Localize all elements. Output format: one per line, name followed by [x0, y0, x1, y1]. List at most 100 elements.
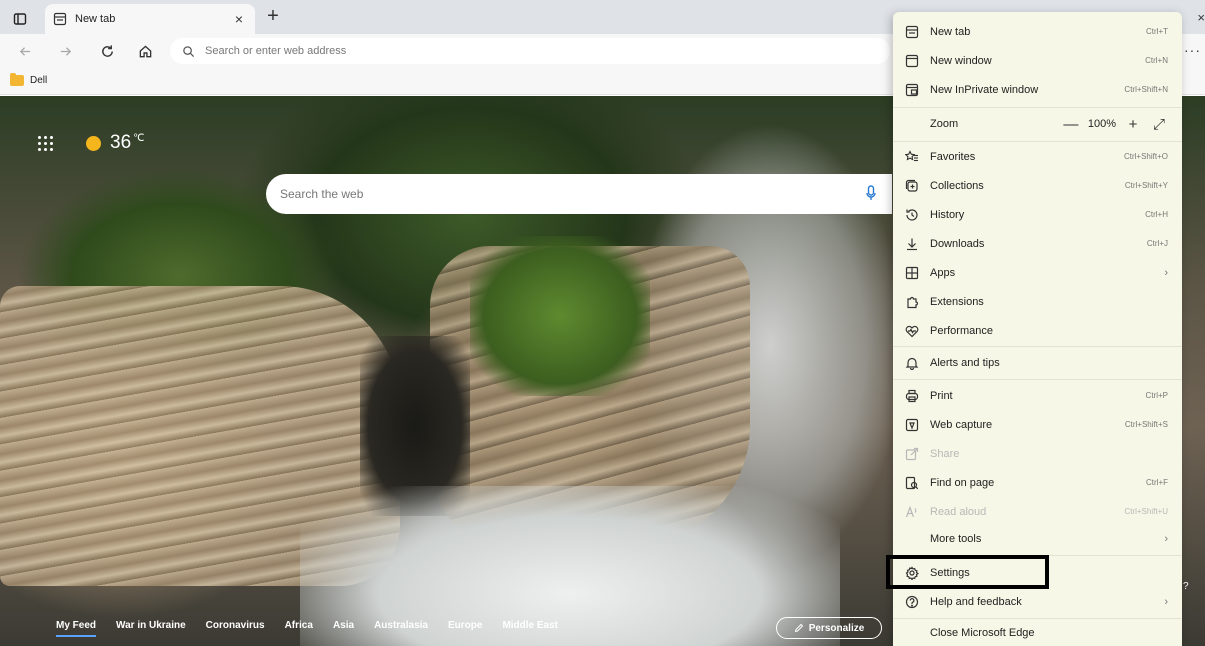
zoom-controls: — 100% + ⤢	[1062, 116, 1168, 133]
menu-item-help-and-feedback[interactable]: Help and feedback ›	[893, 587, 1182, 616]
find-icon	[905, 476, 919, 490]
tab-close-button[interactable]: ×	[231, 11, 247, 27]
feed-tab-europe[interactable]: Europe	[448, 620, 482, 631]
chevron-right-icon: ›	[1164, 266, 1168, 279]
menu-item-read-aloud: Read aloud Ctrl+Shift+U	[893, 497, 1182, 526]
app-launcher-icon[interactable]	[38, 136, 54, 152]
partial-feedback-text: ?	[1183, 581, 1189, 592]
zoom-out-button[interactable]: —	[1062, 116, 1080, 133]
new-window-icon	[905, 54, 919, 68]
forward-button[interactable]	[54, 40, 76, 62]
menu-item-performance[interactable]: Performance	[893, 316, 1182, 345]
menu-item-shortcut: Ctrl+Shift+N	[1124, 85, 1168, 94]
menu-item-label: Performance	[930, 324, 993, 337]
collections-icon	[905, 179, 919, 193]
settings-highlight-box	[886, 555, 1049, 589]
favorites-icon	[905, 149, 919, 164]
folder-icon	[10, 73, 24, 86]
feed-tab-asia[interactable]: Asia	[333, 620, 354, 631]
address-bar[interactable]: Search or enter web address	[170, 38, 890, 64]
feed-tab-middle-east[interactable]: Middle East	[502, 620, 558, 631]
menu-item-downloads[interactable]: Downloads Ctrl+J	[893, 229, 1182, 258]
feed-tab-coronavirus[interactable]: Coronavirus	[206, 620, 265, 631]
weather-widget[interactable]: 36 ℃	[86, 132, 144, 154]
menu-item-close-microsoft-edge[interactable]: Close Microsoft Edge	[893, 618, 1182, 646]
pencil-icon	[794, 623, 803, 633]
menu-item-label: Share	[930, 447, 960, 460]
menu-item-label: Close Microsoft Edge	[930, 626, 1035, 639]
web-search-box[interactable]: Search the web	[266, 174, 892, 214]
menu-item-apps[interactable]: Apps ›	[893, 258, 1182, 287]
zoom-in-button[interactable]: +	[1124, 116, 1142, 133]
menu-item-shortcut: Ctrl+H	[1145, 210, 1168, 219]
menu-item-print[interactable]: Print Ctrl+P	[893, 381, 1182, 410]
apps-icon	[905, 266, 919, 280]
menu-item-history[interactable]: History Ctrl+H	[893, 200, 1182, 229]
menu-item-collections[interactable]: Collections Ctrl+Shift+Y	[893, 171, 1182, 200]
refresh-button[interactable]	[96, 40, 118, 62]
menu-item-shortcut: Ctrl+T	[1146, 27, 1168, 36]
tab-new-tab[interactable]: New tab ×	[45, 4, 255, 34]
settings-and-more-menu: New tab Ctrl+T New window Ctrl+N New InP…	[893, 12, 1182, 646]
menu-item-shortcut: Ctrl+Shift+U	[1124, 507, 1168, 516]
menu-item-share: Share	[893, 439, 1182, 468]
menu-item-favorites[interactable]: Favorites Ctrl+Shift+O	[893, 142, 1182, 171]
temperature-unit: ℃	[133, 132, 145, 144]
menu-item-zoom: Zoom — 100% + ⤢	[893, 109, 1182, 139]
favorite-folder-dell[interactable]: Dell	[10, 73, 47, 86]
inprivate-icon	[905, 83, 919, 97]
feed-tab-africa[interactable]: Africa	[285, 620, 313, 631]
address-placeholder: Search or enter web address	[205, 45, 347, 57]
alerts-icon	[905, 356, 919, 370]
menu-item-find-on-page[interactable]: Find on page Ctrl+F	[893, 468, 1182, 497]
menu-item-label: Web capture	[930, 418, 993, 431]
web-search-placeholder: Search the web	[280, 187, 364, 201]
menu-item-label: Print	[930, 389, 953, 402]
tab-actions-icon[interactable]	[10, 10, 30, 28]
menu-item-new-window[interactable]: New window Ctrl+N	[893, 46, 1182, 75]
chevron-right-icon: ›	[1164, 595, 1168, 608]
menu-item-label: New InPrivate window	[930, 83, 1039, 96]
back-button[interactable]	[14, 40, 36, 62]
menu-item-web-capture[interactable]: Web capture Ctrl+Shift+S	[893, 410, 1182, 439]
menu-item-label: Alerts and tips	[930, 356, 1000, 369]
menu-item-new-tab[interactable]: New tab Ctrl+T	[893, 17, 1182, 46]
feed-tab-war-in-ukraine[interactable]: War in Ukraine	[116, 620, 186, 631]
menu-item-label: Zoom	[930, 118, 959, 130]
menu-item-extensions[interactable]: Extensions	[893, 287, 1182, 316]
new-tab-icon	[905, 25, 919, 39]
help-icon	[905, 595, 919, 609]
menu-item-shortcut: Ctrl+Shift+S	[1124, 420, 1168, 429]
menu-item-label: More tools	[930, 532, 982, 545]
print-icon	[905, 389, 919, 403]
sun-icon	[86, 135, 101, 151]
menu-item-label: History	[930, 208, 965, 221]
search-icon	[182, 45, 195, 58]
read-aloud-icon	[905, 505, 919, 519]
microphone-icon[interactable]	[866, 185, 876, 202]
news-feed-nav: My Feed War in Ukraine Coronavirus Afric…	[0, 604, 890, 646]
new-tab-button[interactable]: +	[262, 6, 284, 28]
feed-tab-australasia[interactable]: Australasia	[374, 620, 428, 631]
new-tab-page-icon	[53, 12, 67, 26]
menu-item-more-tools[interactable]: More tools ›	[893, 524, 1182, 553]
window-close-button[interactable]: ×	[1197, 10, 1205, 25]
menu-item-alerts-and-tips[interactable]: Alerts and tips	[893, 348, 1182, 377]
menu-item-label: New tab	[930, 25, 971, 38]
personalize-button[interactable]: Personalize	[776, 617, 882, 639]
menu-item-shortcut: Ctrl+Shift+Y	[1124, 181, 1168, 190]
tab-title: New tab	[75, 13, 116, 25]
menu-item-label: Apps	[930, 266, 956, 279]
menu-item-new-inprivate-window[interactable]: New InPrivate window Ctrl+Shift+N	[893, 75, 1182, 104]
menu-item-label: Favorites	[930, 150, 976, 163]
menu-item-label: Help and feedback	[930, 595, 1022, 608]
downloads-icon	[905, 237, 919, 251]
fullscreen-button[interactable]: ⤢	[1150, 116, 1168, 133]
feed-tab-my-feed[interactable]: My Feed	[56, 620, 97, 637]
menu-item-label: Collections	[930, 179, 984, 192]
home-button[interactable]	[134, 40, 156, 62]
personalize-label: Personalize	[808, 622, 865, 634]
settings-and-more-button[interactable]: ···	[1184, 42, 1201, 58]
menu-item-shortcut: Ctrl+J	[1146, 239, 1168, 248]
chevron-right-icon: ›	[1164, 532, 1168, 545]
